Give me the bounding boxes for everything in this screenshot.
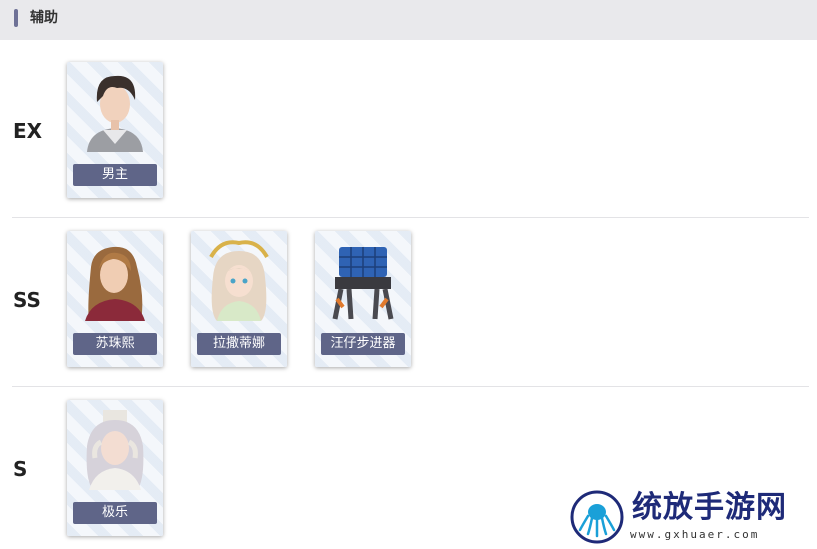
site-watermark: 统放手游网 www.gxhuaer.com: [570, 490, 810, 546]
tier-label-ss: SS: [13, 288, 41, 312]
character-card[interactable]: 极乐: [67, 400, 163, 536]
tier-label-ex: EX: [13, 119, 43, 143]
octopus-logo-icon: [570, 490, 624, 544]
lasatina-portrait-icon: [209, 240, 269, 321]
character-card[interactable]: 男主: [67, 62, 163, 198]
character-name: 苏珠熙: [73, 333, 157, 355]
wangzai-walker-portrait-icon: [332, 247, 394, 320]
character-card[interactable]: 苏珠熙: [67, 231, 163, 367]
watermark-text: 统放手游网: [632, 490, 787, 525]
character-name: 极乐: [73, 502, 157, 524]
character-name: 男主: [73, 164, 157, 186]
character-name: 汪仔步进器: [321, 333, 405, 355]
character-name: 拉撒蒂娜: [197, 333, 281, 355]
tier-divider: [12, 386, 809, 387]
section-title: 辅助: [30, 10, 58, 26]
tier-label-s: S: [13, 457, 28, 481]
character-card[interactable]: 拉撒蒂娜: [191, 231, 287, 367]
jile-portrait-icon: [86, 410, 144, 490]
header-accent-bar: [14, 9, 18, 27]
tier-divider: [12, 217, 809, 218]
section-header: 辅助: [0, 0, 817, 40]
male-lead-portrait-icon: [87, 75, 143, 152]
character-card[interactable]: 汪仔步进器: [315, 231, 411, 367]
su-zhuxi-portrait-icon: [85, 246, 145, 321]
watermark-url: www.gxhuaer.com: [630, 528, 760, 541]
